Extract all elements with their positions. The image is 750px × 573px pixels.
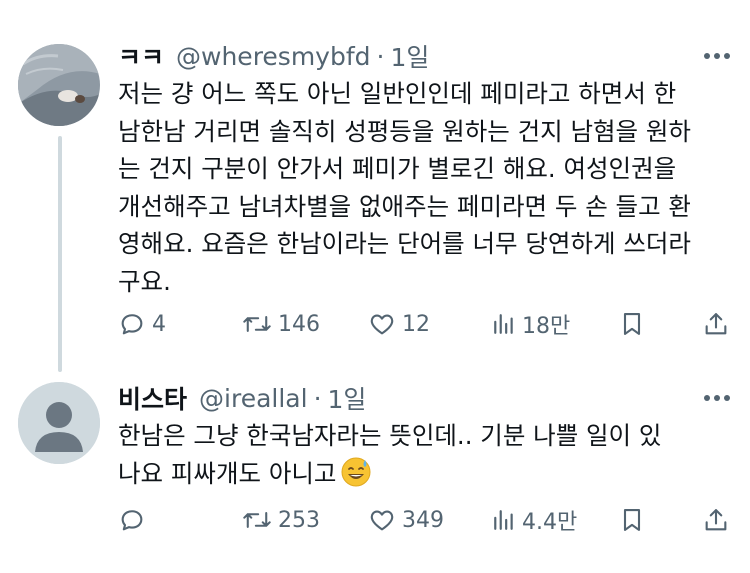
views-button[interactable]: 4.4만 xyxy=(492,502,577,538)
view-count: 4.4만 xyxy=(522,510,578,535)
sweat-smile-emoji xyxy=(341,457,371,486)
retweet-button[interactable]: 146 xyxy=(242,306,320,342)
bookmark-icon xyxy=(623,313,641,335)
reply-count: 4 xyxy=(152,311,166,337)
view-count: 18만 xyxy=(522,314,571,339)
avatar[interactable] xyxy=(18,44,100,126)
share-button[interactable] xyxy=(702,502,730,538)
tweet: 비스타 @ireallal · 1일 한남은 그냥 한국남자라는 뜻인데.. 기… xyxy=(0,370,750,573)
tweet-text-line: 한남은 그냥 한국남자라는 뜻인데.. 기분 나쁠 일이 있 xyxy=(118,421,662,450)
tweet-text: 한남은 그냥 한국남자라는 뜻인데.. 기분 나쁠 일이 있 나요 피싸개도 아… xyxy=(118,417,738,492)
retweet-icon xyxy=(243,316,271,332)
tweet-header: 비스타 @ireallal · 1일 xyxy=(118,382,730,414)
display-name[interactable]: 비스타 xyxy=(118,380,187,416)
tweet-text-line: 구요. xyxy=(118,266,171,296)
like-icon xyxy=(370,314,394,335)
thread-line xyxy=(58,136,62,372)
tweet-text-line: 는 건지 구분이 안가서 페미가 별로긴 해요. 여성인권을 xyxy=(118,154,677,183)
separator-dot: · xyxy=(313,383,322,413)
user-handle[interactable]: @ireallal xyxy=(199,384,308,413)
more-icon[interactable] xyxy=(704,382,730,414)
bookmark-button[interactable] xyxy=(618,502,646,538)
share-icon xyxy=(705,313,727,335)
retweet-icon xyxy=(243,512,271,528)
avatar[interactable] xyxy=(18,382,100,464)
like-button[interactable]: 349 xyxy=(368,502,444,538)
timestamp[interactable]: 1일 xyxy=(390,38,429,74)
tweet: ㅋㅋ @wheresmybfd · 1일 저는 걍 어느 쪽도 아닌 일반인인데… xyxy=(0,0,750,372)
like-button[interactable]: 12 xyxy=(368,306,430,342)
retweet-button[interactable]: 253 xyxy=(242,502,320,538)
share-icon xyxy=(705,509,727,531)
tweet-text-line: 남한남 거리면 솔직히 성평등을 원하는 건지 남혐을 원하 xyxy=(118,116,691,146)
retweet-count: 253 xyxy=(278,507,320,533)
like-count: 12 xyxy=(402,311,430,337)
tweet-text-line: 영해요. 요즘은 한남이라는 단어를 너무 당연하게 쓰더라 xyxy=(118,229,691,258)
more-icon[interactable] xyxy=(704,40,730,72)
like-icon xyxy=(370,510,394,531)
share-button[interactable] xyxy=(702,306,730,342)
views-icon xyxy=(494,510,513,530)
reply-icon xyxy=(121,314,143,335)
tweet-text-line: 나요 피싸개도 아니고 xyxy=(118,455,738,493)
reply-button[interactable] xyxy=(118,502,152,538)
views-button[interactable]: 18만 xyxy=(492,306,570,342)
reply-icon xyxy=(121,510,143,531)
tweet-text-line: 개선해주고 남녀차별을 없애주는 페미라면 두 손 들고 환 xyxy=(118,191,691,221)
display-name[interactable]: ㅋㅋ xyxy=(118,38,164,74)
separator-dot: · xyxy=(376,41,385,71)
bookmark-icon xyxy=(623,509,641,531)
tweet-header: ㅋㅋ @wheresmybfd · 1일 xyxy=(118,40,730,72)
views-icon xyxy=(494,314,513,334)
avatar-photo-icon xyxy=(18,44,100,126)
bookmark-button[interactable] xyxy=(618,306,646,342)
retweet-count: 146 xyxy=(278,311,320,337)
like-count: 349 xyxy=(402,507,444,533)
reply-button[interactable]: 4 xyxy=(118,306,166,342)
timestamp[interactable]: 1일 xyxy=(328,380,367,416)
tweet-text: 저는 걍 어느 쪽도 아닌 일반인인데 페미라고 하면서 한 남한남 거리면 솔… xyxy=(118,75,738,300)
action-bar: 253 349 4.4만 xyxy=(118,502,738,538)
user-handle[interactable]: @wheresmybfd xyxy=(176,42,371,71)
tweet-text-line: 저는 걍 어느 쪽도 아닌 일반인인데 페미라고 하면서 한 xyxy=(118,79,677,108)
default-profile-icon xyxy=(18,382,100,464)
tweet-text-segment: 나요 피싸개도 아니고 xyxy=(118,458,337,488)
action-bar: 4 146 12 18만 xyxy=(118,306,738,342)
